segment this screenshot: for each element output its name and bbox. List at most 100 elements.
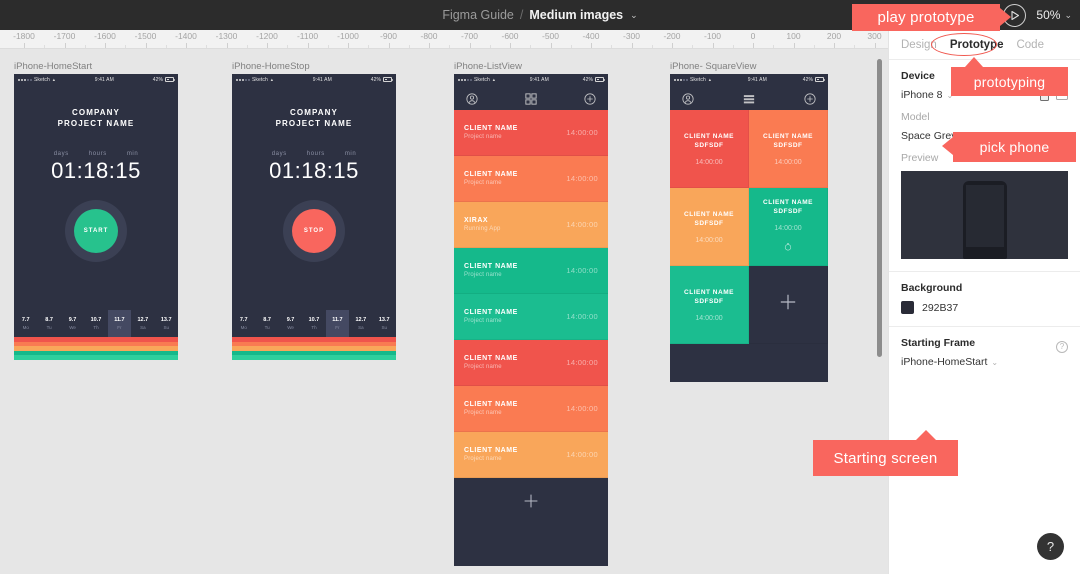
date-cell[interactable]: 13.7 Su [373,310,396,337]
status-bar: Sketch ▲ 9:41 AM 42% [454,74,608,85]
date-weekday: Mo [22,325,29,330]
square-cell[interactable]: CLIENT NAME SDFSDF 14:00:00 [749,110,828,188]
add-circle-icon[interactable] [804,92,816,105]
breadcrumb-project[interactable]: Figma Guide [442,8,514,22]
date-cell[interactable]: 11.7 Fr [325,310,350,337]
status-bar-carrier: Sketch ▲ [458,77,496,83]
list-add-row[interactable] [454,478,608,523]
date-cell[interactable]: 10.7 Th [302,310,325,337]
timer-action-button[interactable]: START [74,209,118,253]
signal-dot [245,78,247,81]
background-color-swatch[interactable] [901,301,914,314]
signal-dots-icon [18,78,32,81]
chevron-down-icon[interactable]: ⌄ [630,10,638,21]
question-mark-icon[interactable]: ? [1056,340,1068,353]
breadcrumb-page[interactable]: Medium images [529,8,623,22]
list-row[interactable]: XIRAX Running App 14:00:00 [454,202,608,248]
background-section: Background 292B37 [889,272,1080,314]
ruler-tick-label: -1400 [175,31,197,41]
ruler-tick-label: -800 [420,31,438,41]
app-title-line1: COMPANY [72,108,120,117]
ruler-tick-mark [145,43,147,48]
list-row[interactable]: CLIENT NAME Project name 14:00:00 [454,386,608,432]
date-cell[interactable]: 7.7 Mo [232,310,255,337]
square-cell[interactable]: CLIENT NAME SDFSDF 14:00:00 [670,266,749,344]
date-cell[interactable]: 7.7 Mo [14,310,37,337]
help-button[interactable]: ? [1037,533,1064,560]
background-color-row[interactable]: 292B37 [901,301,1068,314]
add-circle-icon[interactable] [584,92,596,105]
date-number: 8.7 [45,317,53,323]
date-number: 7.7 [21,317,30,323]
date-cell[interactable]: 13.7 Su [155,310,178,337]
ruler-tick-mark-minor [732,45,734,48]
square-cell[interactable] [749,266,828,344]
date-cell[interactable]: 12.7 Sa [131,310,154,337]
square-cell[interactable]: CLIENT NAME SDFSDF 14:00:00 [749,188,828,266]
list-row[interactable]: CLIENT NAME Project name 14:00:00 [454,340,608,386]
ruler-tick-mark [64,43,66,48]
list-row[interactable]: CLIENT NAME Project name 14:00:00 [454,294,608,340]
list-row[interactable]: CLIENT NAME Project name 14:00:00 [454,248,608,294]
signal-dot [674,78,676,81]
list-row-project-name: Project name [464,456,502,462]
list-row-text: CLIENT NAME Project name [464,401,518,416]
background-hex-value[interactable]: 292B37 [922,302,958,314]
date-cell[interactable]: 8.7 Tu [37,310,60,337]
ruler-tick-label: 300 [867,31,882,41]
ruler-tick-label: -1100 [296,31,319,41]
date-cell[interactable]: 11.7 Fr [107,310,132,337]
grid-view-icon[interactable] [525,92,537,105]
profile-icon[interactable] [682,92,694,105]
app-title-line2: PROJECT NAME [57,119,135,128]
device-preview [901,171,1068,259]
design-canvas[interactable]: iPhone-HomeStart Sketch ▲ 9:41 AM 42% COMPANY… [0,49,888,574]
list-row-text: CLIENT NAME Project name [464,125,518,140]
list-row-text: XIRAX Running App [464,217,501,232]
profile-icon[interactable] [466,92,478,105]
zoom-control[interactable]: 50% ⌄ [1036,8,1072,22]
ruler-tick-mark-minor [327,45,329,48]
phone-screen[interactable]: Sketch ▲ 9:41 AM 42% COMPANY PROJECT NAME days… [232,74,396,360]
phone-screen[interactable]: Sketch ▲ 9:41 AM 42% CLIENT NAME SDFSDF 14:00… [670,74,828,382]
timer-unit-label: min [344,151,357,157]
list-view-icon[interactable] [743,92,755,104]
square-add-cell[interactable] [779,293,797,316]
callout-prototyping: prototyping [951,57,1068,96]
phone-screen[interactable]: Sketch ▲ 9:41 AM 42% CLIENT NAME Project name… [454,74,608,566]
square-cell[interactable]: CLIENT NAME SDFSDF 14:00:00 [670,188,749,266]
color-stripe [232,355,396,360]
list-row-client-name: XIRAX [464,217,489,224]
device-select[interactable]: iPhone 8 ⌄ [901,89,953,101]
status-bar: Sketch ▲ 9:41 AM 42% [14,74,178,85]
date-cell[interactable]: 9.7 We [61,310,84,337]
list-row-project-name: Project name [464,410,502,416]
square-cell[interactable]: CLIENT NAME SDFSDF 14:00:00 [670,110,749,188]
date-weekday: Mo [240,325,247,330]
frame-label[interactable]: iPhone-HomeStart [14,61,92,72]
frame-label[interactable]: iPhone-ListView [454,61,522,72]
list-row[interactable]: CLIENT NAME Project name 14:00:00 [454,156,608,202]
signal-dot [677,78,679,81]
list-row[interactable]: CLIENT NAME Project name 14:00:00 [454,110,608,156]
square-cell-client-name: CLIENT NAME SDFSDF [684,132,734,149]
tab-code[interactable]: Code [1016,39,1044,51]
date-cell[interactable]: 10.7 Th [84,310,107,337]
ruler-tick-label: -1300 [215,31,238,41]
phone-screen[interactable]: Sketch ▲ 9:41 AM 42% COMPANY PROJECT NAME days… [14,74,178,360]
frame-label[interactable]: iPhone- SquareView [670,61,756,72]
list-row[interactable]: CLIENT NAME Project name 14:00:00 [454,432,608,478]
date-cell[interactable]: 9.7 We [279,310,302,337]
ruler-tick-label: -1600 [94,31,116,41]
canvas-vertical-scrollbar[interactable] [877,59,882,357]
status-bar-time: 9:41 AM [312,76,332,83]
status-bar-battery: 42% [803,77,825,83]
timer-action-button[interactable]: STOP [292,209,336,253]
frame-label[interactable]: iPhone-HomeStop [232,61,310,72]
list-row-project-name: Project name [464,272,502,278]
date-number: 9.7 [286,317,295,323]
date-cell[interactable]: 8.7 Tu [255,310,278,337]
list-row-time: 14:00:00 [566,450,598,459]
date-cell[interactable]: 12.7 Sa [349,310,372,337]
starting-frame-select[interactable]: iPhone-HomeStart ⌄ [901,356,1068,368]
